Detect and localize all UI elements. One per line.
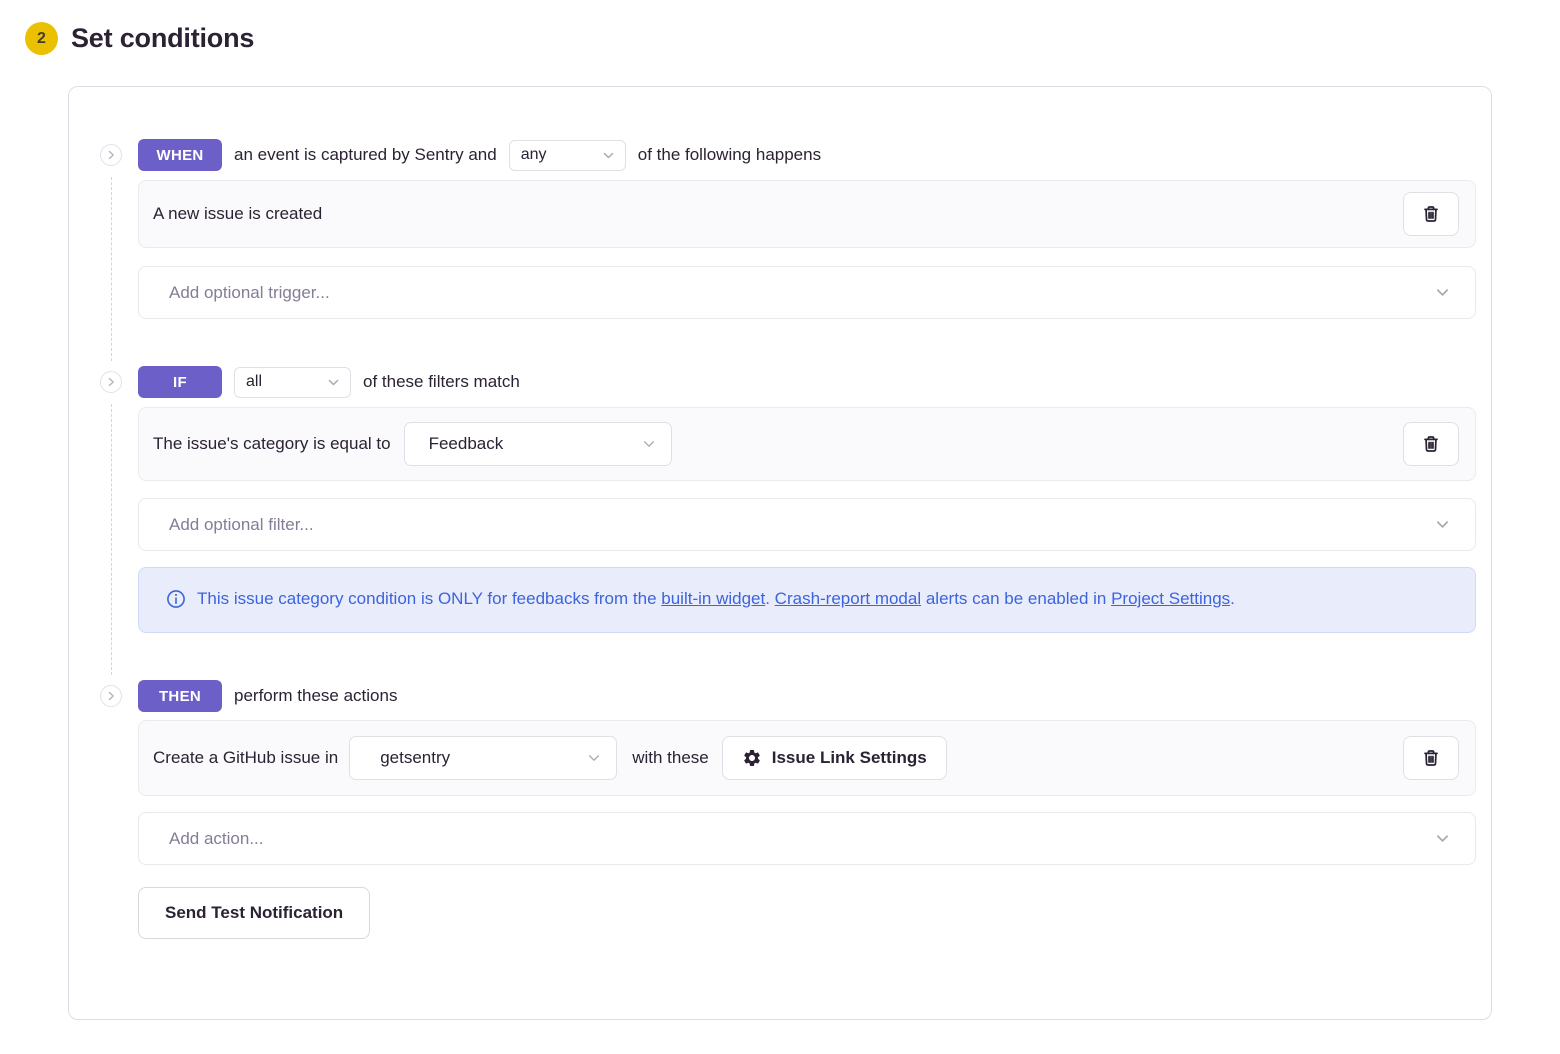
if-match-select[interactable]: all (234, 367, 351, 398)
if-tail-text: of these filters match (363, 372, 520, 392)
then-header: THEN perform these actions (138, 680, 1476, 712)
chevron-down-icon (327, 376, 340, 389)
info-text: This issue category condition is ONLY fo… (197, 583, 1235, 615)
page-header: 2 Set conditions (0, 0, 1560, 55)
filter-value-select[interactable]: Feedback (404, 422, 672, 466)
add-trigger-select[interactable]: Add optional trigger... (138, 266, 1476, 319)
step-number-badge: 2 (25, 22, 58, 55)
chevron-down-icon (1435, 831, 1450, 846)
delete-trigger-button[interactable] (1403, 192, 1459, 236)
chevron-right-icon (106, 377, 116, 387)
when-lead-text: an event is captured by Sentry and (234, 145, 497, 165)
when-rows: A new issue is created Add optional trig… (138, 180, 1476, 319)
when-tail-text: of the following happens (638, 145, 821, 165)
action-repo-value: getsentry (380, 748, 450, 768)
filter-row: The issue's category is equal to Feedbac… (138, 407, 1476, 481)
info-text-part: alerts can be enabled in (921, 589, 1111, 608)
info-text-part: . (765, 589, 774, 608)
conditions-panel: WHEN an event is captured by Sentry and … (68, 86, 1492, 1020)
chevron-right-icon (106, 691, 116, 701)
delete-filter-button[interactable] (1403, 422, 1459, 466)
action-label: Create a GitHub issue in (153, 748, 338, 768)
chevron-down-icon (587, 751, 601, 765)
add-action-placeholder: Add action... (169, 829, 264, 849)
chevron-down-icon (642, 437, 656, 451)
add-filter-placeholder: Add optional filter... (169, 515, 314, 535)
when-collapse-toggle[interactable] (100, 144, 122, 166)
page-title: Set conditions (71, 23, 254, 54)
when-badge: WHEN (138, 139, 222, 171)
when-match-value: any (521, 146, 547, 164)
chevron-down-icon (602, 149, 615, 162)
trash-icon (1420, 203, 1442, 225)
then-step: THEN perform these actions Create a GitH… (138, 680, 1476, 939)
info-icon (166, 583, 186, 615)
chevron-right-icon (106, 150, 116, 160)
trash-icon (1420, 433, 1442, 455)
gear-icon (742, 748, 762, 768)
if-rows: The issue's category is equal to Feedbac… (138, 407, 1476, 633)
if-collapse-toggle[interactable] (100, 371, 122, 393)
if-step: IF all of these filters match The issue'… (138, 366, 1476, 633)
trigger-label: A new issue is created (153, 204, 322, 224)
crash-report-modal-link[interactable]: Crash-report modal (775, 589, 921, 608)
filter-value: Feedback (429, 434, 504, 454)
when-header: WHEN an event is captured by Sentry and … (138, 139, 1476, 171)
issue-link-settings-label: Issue Link Settings (772, 748, 927, 768)
delete-action-button[interactable] (1403, 736, 1459, 780)
when-match-select[interactable]: any (509, 140, 626, 171)
then-badge: THEN (138, 680, 222, 712)
action-middle-text: with these (632, 748, 709, 768)
if-match-value: all (246, 373, 262, 391)
if-badge: IF (138, 366, 222, 398)
action-repo-select[interactable]: getsentry (349, 736, 617, 780)
when-step: WHEN an event is captured by Sentry and … (138, 139, 1476, 319)
trash-icon (1420, 747, 1442, 769)
add-filter-select[interactable]: Add optional filter... (138, 498, 1476, 551)
info-text-part: . (1230, 589, 1235, 608)
then-rows: Create a GitHub issue in getsentry with … (138, 720, 1476, 939)
if-header: IF all of these filters match (138, 366, 1476, 398)
filter-label: The issue's category is equal to (153, 434, 391, 454)
info-text-part: This issue category condition is ONLY fo… (197, 589, 661, 608)
send-test-notification-button[interactable]: Send Test Notification (138, 887, 370, 939)
add-action-select[interactable]: Add action... (138, 812, 1476, 865)
then-tail-text: perform these actions (234, 686, 397, 706)
chevron-down-icon (1435, 517, 1450, 532)
trigger-row: A new issue is created (138, 180, 1476, 248)
then-collapse-toggle[interactable] (100, 685, 122, 707)
action-row: Create a GitHub issue in getsentry with … (138, 720, 1476, 796)
issue-link-settings-button[interactable]: Issue Link Settings (722, 736, 947, 780)
project-settings-link[interactable]: Project Settings (1111, 589, 1230, 608)
add-trigger-placeholder: Add optional trigger... (169, 283, 330, 303)
built-in-widget-link[interactable]: built-in widget (661, 589, 765, 608)
feedback-info-banner: This issue category condition is ONLY fo… (138, 567, 1476, 633)
chevron-down-icon (1435, 285, 1450, 300)
